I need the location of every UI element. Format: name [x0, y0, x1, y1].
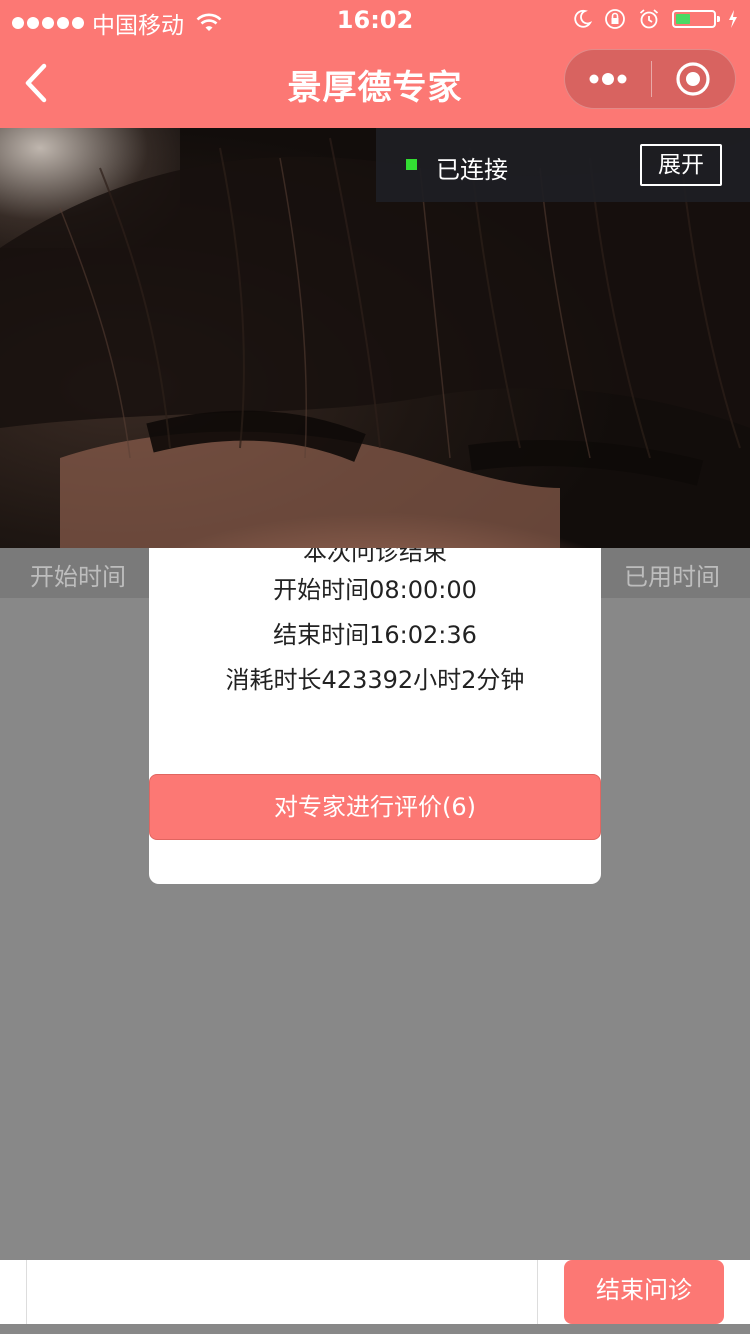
start-time-header: 开始时间	[30, 563, 126, 591]
modal-start-time: 开始时间08:00:00	[273, 576, 477, 604]
consultation-summary-modal: 本次问诊结束 开始时间08:00:00 结束时间16:02:36 消耗时长423…	[149, 548, 601, 884]
status-right	[572, 8, 738, 30]
bottom-bar: 结束问诊	[0, 1260, 750, 1324]
connected-indicator	[406, 159, 417, 170]
mini-program-capsule	[564, 49, 736, 109]
connection-status-bar: 已连接 展开	[376, 128, 750, 202]
connection-status-label: 已连接	[436, 156, 508, 184]
rate-expert-button[interactable]: 对专家进行评价(6)	[149, 774, 601, 840]
target-close-icon	[676, 62, 710, 96]
more-button[interactable]	[565, 49, 651, 109]
nav-bar: 景厚德专家	[0, 40, 750, 128]
modal-end-time: 结束时间16:02:36	[273, 621, 477, 649]
message-input[interactable]	[26, 1260, 538, 1324]
end-consultation-button[interactable]: 结束问诊	[564, 1260, 724, 1324]
battery-icon	[672, 10, 720, 28]
battery-level	[676, 14, 691, 24]
moon-icon	[574, 9, 592, 28]
bottom-edge	[0, 1324, 750, 1334]
expand-button[interactable]: 展开	[640, 144, 722, 186]
screen: 中国移动 16:02 景厚德专家 已连接 展开 开始时间 已用时间 本次问诊结束…	[0, 0, 750, 1334]
close-mini-program-button[interactable]	[652, 49, 736, 109]
elapsed-time-header: 已用时间	[624, 563, 720, 591]
modal-duration: 消耗时长423392小时2分钟	[225, 666, 525, 694]
alarm-icon	[639, 9, 659, 29]
status-bar: 中国移动 16:02	[0, 0, 750, 40]
more-dots-icon	[589, 73, 627, 85]
modal-title: 本次问诊结束	[303, 548, 447, 566]
rotation-lock-icon	[605, 9, 625, 29]
charging-icon	[729, 10, 737, 28]
